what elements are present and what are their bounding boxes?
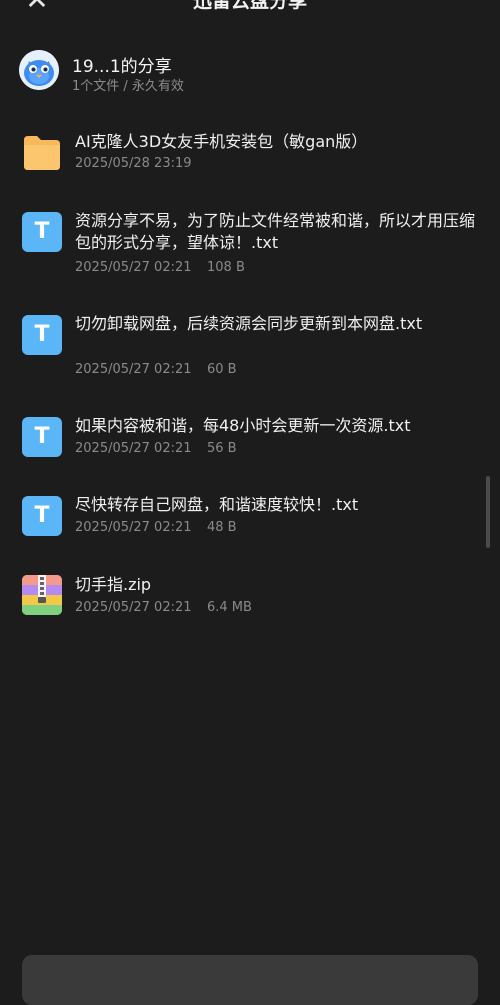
file-name: 切勿卸载网盘，后续资源会同步更新到本网盘.txt xyxy=(75,314,423,333)
file-item[interactable]: 切手指.zip 2025/05/27 02:21 6.4 MB xyxy=(0,574,500,619)
file-name: 切手指.zip xyxy=(75,575,152,594)
file-size: 60 B xyxy=(207,362,237,377)
file-size: 48 B xyxy=(207,520,237,535)
file-item[interactable]: T 尽快转存自己网盘，和谐速度较快！.txt 2025/05/27 02:21 … xyxy=(0,494,500,539)
file-item[interactable]: T 如果内容被和谐，每48小时会更新一次资源.txt 2025/05/27 02… xyxy=(0,415,500,460)
zip-file-icon xyxy=(22,575,62,615)
scrollbar[interactable] xyxy=(486,476,490,548)
header-bar: ✕ 迅雷云盘分享 xyxy=(0,0,500,18)
file-name: 资源分享不易，为了防止文件经常被和谐，所以才用压缩包的形式分享，望体谅！.txt xyxy=(75,211,476,252)
file-item[interactable]: AI克隆人3D女友手机安装包（敏gan版） 2025/05/28 23:19 xyxy=(0,130,500,175)
file-size: 6.4 MB xyxy=(207,600,252,615)
file-size: 108 B xyxy=(207,260,245,275)
text-file-icon: T xyxy=(22,212,62,252)
sharer-info: 19...1的分享 1个文件 / 永久有效 xyxy=(19,50,479,94)
file-item[interactable]: T 切勿卸载网盘，后续资源会同步更新到本网盘.txt 2025/05/27 02… xyxy=(0,313,500,383)
file-date: 2025/05/27 02:21 xyxy=(75,362,192,377)
file-date: 2025/05/27 02:21 xyxy=(75,441,192,456)
file-date: 2025/05/27 02:21 xyxy=(75,600,192,615)
file-size: 56 B xyxy=(207,441,237,456)
file-name: AI克隆人3D女友手机安装包（敏gan版） xyxy=(75,132,368,151)
file-date: 2025/05/27 02:21 xyxy=(75,260,192,275)
file-name: 尽快转存自己网盘，和谐速度较快！.txt xyxy=(75,495,359,514)
save-button[interactable] xyxy=(22,955,478,1005)
text-file-icon: T xyxy=(22,496,62,536)
file-item[interactable]: T 资源分享不易，为了防止文件经常被和谐，所以才用压缩包的形式分享，望体谅！.t… xyxy=(0,210,500,280)
text-file-icon: T xyxy=(22,315,62,355)
sharer-name: 19...1的分享 xyxy=(72,57,172,77)
bird-avatar-icon xyxy=(19,50,59,90)
folder-icon xyxy=(22,132,62,172)
file-name: 如果内容被和谐，每48小时会更新一次资源.txt xyxy=(75,416,411,435)
text-file-icon: T xyxy=(22,417,62,457)
page-title: 迅雷云盘分享 xyxy=(192,0,307,12)
avatar[interactable] xyxy=(19,50,59,90)
file-date: 2025/05/27 02:21 xyxy=(75,520,192,535)
file-date: 2025/05/28 23:19 xyxy=(75,156,192,171)
share-meta: 1个文件 / 永久有效 xyxy=(72,79,184,94)
